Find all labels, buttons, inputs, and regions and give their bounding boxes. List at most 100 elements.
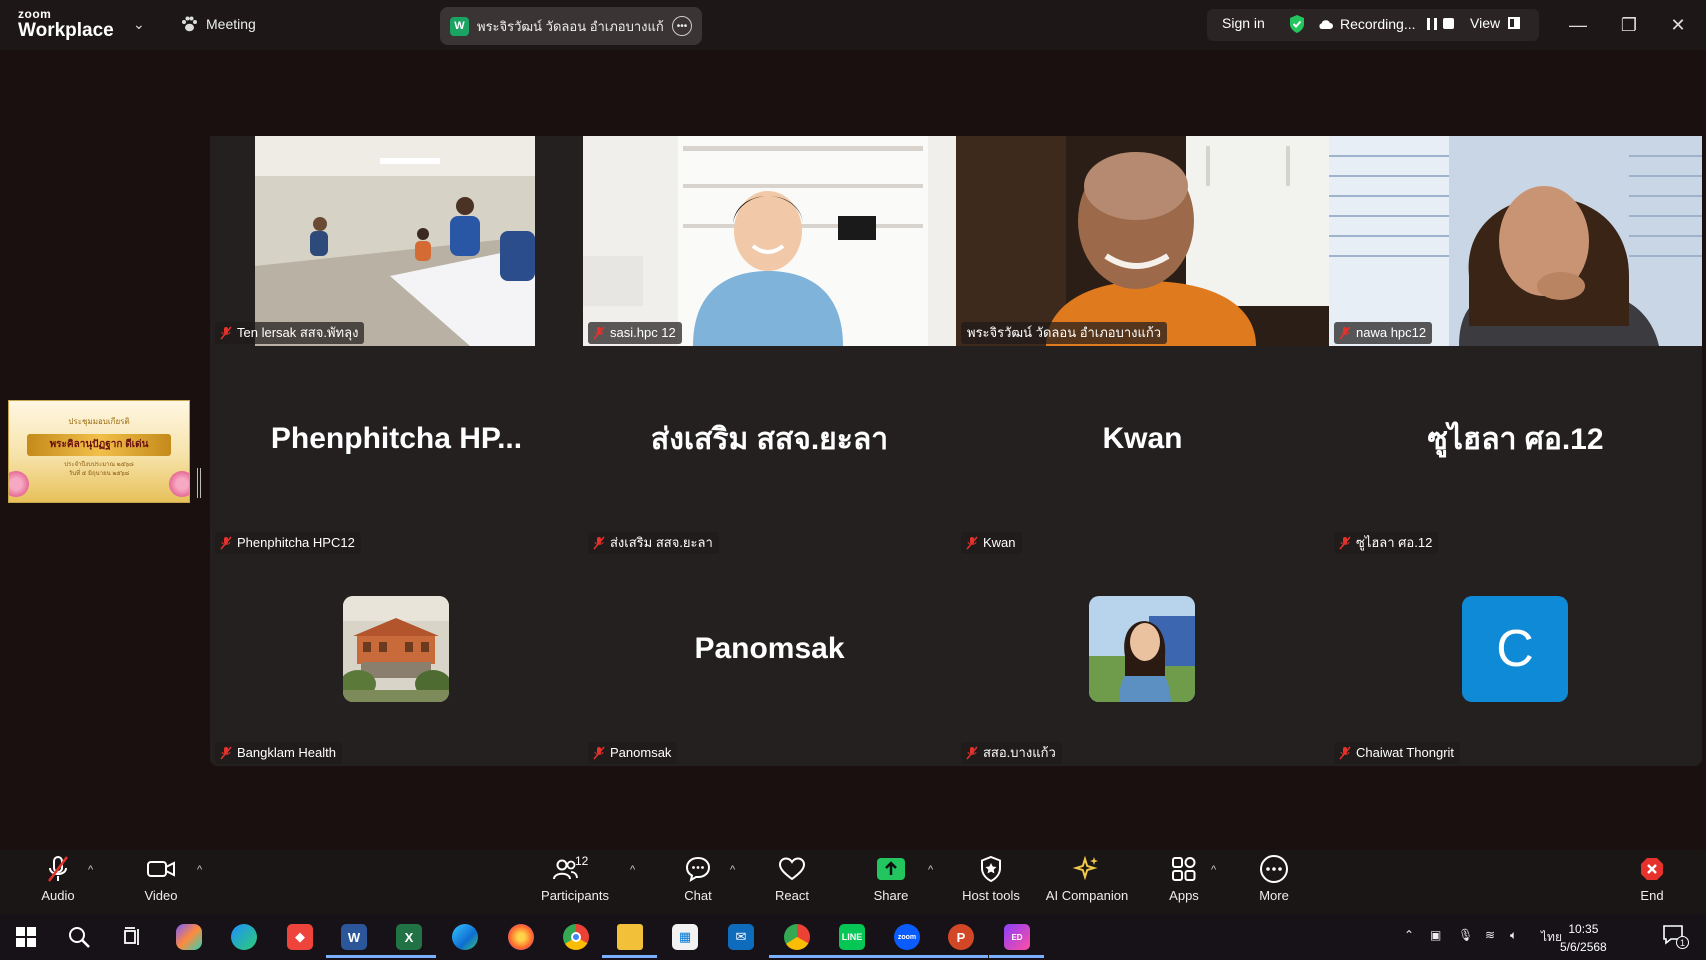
mic-muted-icon [220,326,232,340]
video-camera-icon [146,854,176,884]
mic-muted-icon [220,536,232,550]
mail-icon[interactable]: ✉ [725,921,757,953]
editor-app-icon[interactable]: ED [989,921,1044,958]
system-clock[interactable]: 10:35 5/6/2568 [1560,920,1607,956]
sign-in-button[interactable]: Sign in [1222,15,1265,31]
restore-icon[interactable]: ❐ [1614,10,1644,40]
app-icon-green[interactable] [228,921,260,953]
view-label: View [1470,15,1501,31]
mic-muted-icon [1339,536,1351,550]
participants-button[interactable]: 12 Participants [525,854,625,903]
ai-companion-button[interactable]: AI Companion [1037,854,1137,903]
participants-options-caret-icon[interactable]: ^ [630,864,635,876]
meeting-menu[interactable]: Meeting [180,15,256,33]
pause-recording-icon[interactable] [1427,18,1438,30]
participant-name-label: Ten lersak สสจ.พัทลุง [215,322,365,344]
video-button[interactable]: Video [111,854,211,903]
participant-tile[interactable]: Bangklam Health [210,556,583,766]
search-icon[interactable] [63,921,95,953]
wifi-icon[interactable]: ≋ [1485,928,1495,942]
meeting-tab[interactable]: W พระจิรวัฒน์ วัดลอน อำเภอบางแก้ว's s ••… [440,7,702,45]
participant-name-label: Phenphitcha HPC12 [215,532,361,554]
store-icon[interactable]: ▦ [669,921,701,953]
participant-name: Panomsak [610,745,672,760]
sparkle-icon [1073,854,1101,884]
show-hidden-icons-icon[interactable]: ⌃ [1404,928,1414,942]
microphone-status-icon[interactable]: 🎙︎ [1458,928,1473,942]
participant-tile[interactable]: Ten lersak สสจ.พัทลุง [210,136,583,346]
windows-start-icon[interactable] [10,921,42,953]
chrome-profile-icon[interactable] [769,921,824,958]
edge-icon[interactable] [449,921,481,953]
recording-indicator[interactable]: Recording... [1318,16,1455,32]
title-bar: zoom Workplace ⌄ Meeting W พระจิรวัฒน์ ว… [0,0,1706,50]
excel-icon[interactable]: X [381,921,436,958]
chat-bubble-icon [684,854,712,884]
participant-tile-active-speaker[interactable]: พระจิรวัฒน์ วัดลอน อำเภอบางแก้ว [956,136,1329,346]
audio-button[interactable]: Audio [8,854,108,903]
participant-tile[interactable]: sasi.hpc 12 [583,136,956,346]
task-view-icon[interactable] [117,921,149,953]
participant-tile[interactable]: C Chaiwat Thongrit [1329,556,1702,766]
windows-taskbar: ◆ W X ▦ ✉ LINE zoom P ED ⌃ ▣ 🎙︎ ≋ 🔈︎ ไทย… [0,914,1706,960]
participant-tile[interactable]: Kwan Kwan [956,346,1329,556]
participants-icon: 12 [545,854,605,884]
close-icon[interactable]: ✕ [1663,10,1693,40]
notification-center-icon[interactable]: 1 [1662,924,1689,949]
chat-button[interactable]: Chat [648,854,748,903]
more-options-icon[interactable]: ••• [672,16,692,36]
participant-tile[interactable]: ซูไฮลา ศอ.12 ซูไฮลา ศอ.12 [1329,346,1702,556]
line-icon[interactable]: LINE [824,921,879,958]
stop-recording-icon[interactable] [1443,18,1455,29]
react-button[interactable]: React [742,854,842,903]
participant-tile[interactable]: ส่งเสริม สสจ.ยะลา ส่งเสริม สสจ.ยะลา [583,346,956,556]
participant-name: sasi.hpc 12 [610,325,676,340]
view-button[interactable]: View [1470,15,1521,31]
input-language[interactable]: ไทย [1541,928,1562,947]
shared-content-thumbnail[interactable]: ประชุมมอบเกียรติ พระคิลานุปัฏฐาก ดีเด่น … [8,400,190,503]
copilot-icon[interactable] [173,921,205,953]
chat-options-caret-icon[interactable]: ^ [730,864,735,876]
more-button[interactable]: More [1224,854,1324,903]
chrome-icon[interactable] [560,921,592,953]
participant-tile[interactable]: Panomsak Panomsak [583,556,956,766]
thumb-subtitle: ประจำปีงบประมาณ ๒๕๖๘ วันที่ ๕ มิถุนายน ๒… [9,461,189,479]
apps-options-caret-icon[interactable]: ^ [1211,864,1216,876]
video-options-caret-icon[interactable]: ^ [197,864,202,876]
participant-name: Chaiwat Thongrit [1356,745,1455,760]
react-label: React [775,888,809,903]
mic-muted-icon [966,746,978,760]
cloud-icon [1319,20,1333,29]
thumb-sub2: วันที่ ๕ มิถุนายน ๒๕๖๘ [68,471,130,477]
panel-resize-handle[interactable] [197,468,201,498]
participant-name-label: ซูไฮลา ศอ.12 [1334,532,1439,554]
participant-name: ส่งเสริม สสจ.ยะลา [610,535,713,550]
mic-muted-icon [220,746,232,760]
volume-icon[interactable]: 🔈︎ [1510,928,1517,943]
host-tools-button[interactable]: Host tools [941,854,1041,903]
end-meeting-button[interactable]: End [1602,854,1702,903]
security-shield-icon[interactable] [1288,14,1306,34]
camera-status-icon[interactable]: ▣ [1430,928,1441,942]
file-explorer-icon[interactable] [602,921,657,958]
apps-button[interactable]: Apps [1134,854,1234,903]
participant-tile[interactable]: Phenphitcha HP... Phenphitcha HPC12 [210,346,583,556]
minimize-icon[interactable]: — [1563,10,1593,40]
chevron-down-icon[interactable]: ⌄ [133,16,145,33]
powerpoint-icon[interactable]: P [933,921,988,958]
firefox-icon[interactable] [505,921,537,953]
share-label: Share [873,888,909,903]
participant-display-name: Panomsak [694,632,845,665]
zoom-taskbar-icon[interactable]: zoom [879,921,934,958]
participant-name: Ten lersak สสจ.พัทลุง [237,325,359,340]
word-icon[interactable]: W [326,921,381,958]
notification-count: 1 [1676,936,1689,949]
share-options-caret-icon[interactable]: ^ [928,864,933,876]
anydesk-icon[interactable]: ◆ [284,921,316,953]
audio-options-caret-icon[interactable]: ^ [88,864,93,876]
participant-tile[interactable]: nawa hpc12 [1329,136,1702,346]
share-button[interactable]: Share [841,854,941,903]
participant-video [956,136,1329,346]
participant-tile[interactable]: สสอ.บางแก้ว [956,556,1329,766]
whiteboard-icon: W [450,16,469,36]
